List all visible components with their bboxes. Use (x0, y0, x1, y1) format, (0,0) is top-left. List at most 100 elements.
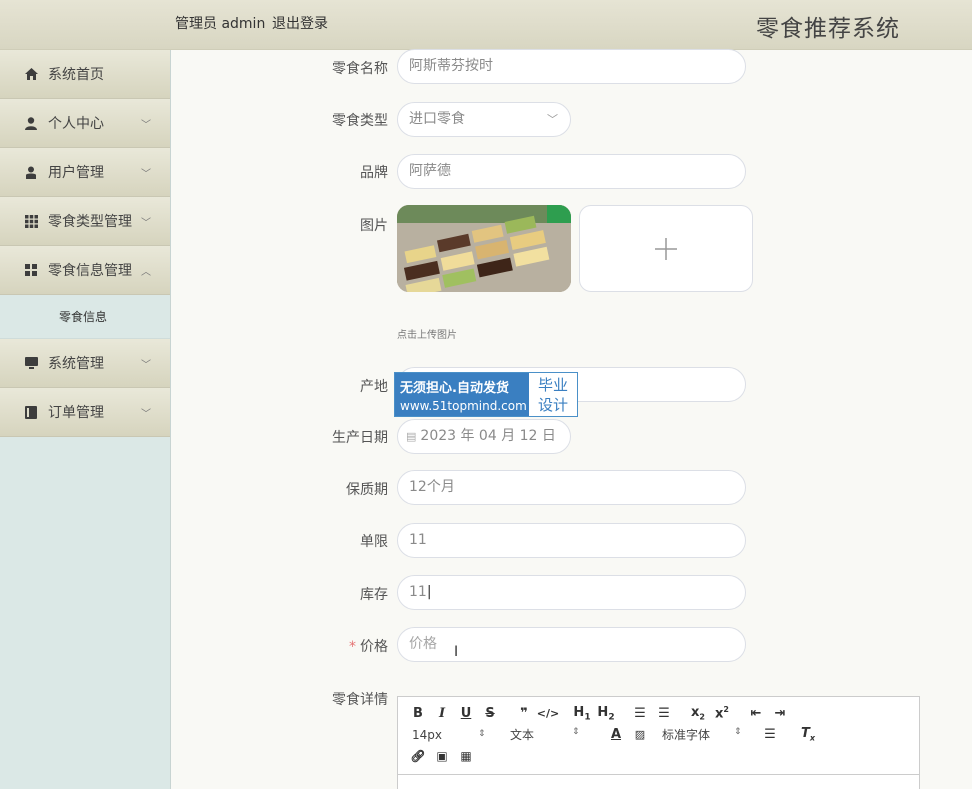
italic-button[interactable]: I (430, 706, 454, 721)
upload-tip: 点击上传图片 (397, 330, 457, 341)
text-cursor-icon: I (454, 644, 459, 660)
grid-icon (24, 214, 38, 228)
shelf-life-input[interactable]: 12个月 (397, 470, 746, 505)
submenu-item-label: 零食信息 (59, 310, 108, 324)
limit-input[interactable]: 11 (397, 523, 746, 558)
sidebar-item-system[interactable]: 系统管理 ﹀ (0, 339, 170, 388)
system-title: 零食推荐系统 (756, 16, 900, 42)
brand-input[interactable]: 阿萨德 (397, 154, 746, 189)
strike-button[interactable]: S (478, 706, 502, 721)
subscript-button[interactable]: x2 (686, 705, 710, 722)
type-select-value: 进口零食 (409, 111, 465, 127)
sidebar-item-orders[interactable]: 订单管理 ﹀ (0, 388, 170, 437)
text-cursor: | (426, 584, 432, 600)
header1-button[interactable]: H1 (570, 705, 594, 723)
monitor-icon (24, 356, 38, 370)
stock-label: 库存 (360, 587, 388, 603)
bold-button[interactable]: B (406, 706, 430, 721)
stock-value: 11 (409, 584, 427, 600)
editor-body[interactable] (398, 774, 919, 789)
image-label: 图片 (360, 218, 388, 234)
name-label: 零食名称 (332, 61, 388, 77)
top-header: 管理员 admin 退出登录 零食推荐系统 (0, 0, 972, 50)
outdent-button[interactable]: ⇤ (744, 706, 768, 721)
font-size-value: 14px (412, 727, 442, 742)
sidebar-item-label: 零食类型管理 (48, 214, 132, 230)
watermark-line2: www.51topmind.com (400, 399, 527, 413)
main-content: 零食名称 阿斯蒂芬按时 零食类型 进口零食 ﹀ 品牌 阿萨德 图片 点击上传图片… (171, 49, 972, 789)
origin-label: 产地 (360, 379, 388, 395)
sidebar-item-label: 个人中心 (48, 116, 104, 132)
sidebar-item-label: 用户管理 (48, 165, 104, 181)
chevron-down-icon: ﹀ (141, 168, 151, 180)
updown-icon: ⇕ (572, 727, 580, 737)
watermark-line1: 无须担心.自动发货 (400, 381, 509, 396)
watermark-badge: 无须担心.自动发货 www.51topmind.com 毕业 设计 (394, 372, 578, 417)
video-icon[interactable]: ▦ (454, 749, 478, 763)
sidebar-item-label: 零食信息管理 (48, 263, 132, 279)
text-format-value: 文本 (510, 728, 535, 742)
chevron-up-icon: ︿ (141, 266, 151, 278)
type-select[interactable]: 进口零食 ﹀ (397, 102, 571, 137)
indent-button[interactable]: ⇥ (768, 706, 792, 721)
type-label: 零食类型 (332, 113, 388, 129)
link-icon[interactable]: 🔗︎ (406, 749, 430, 763)
align-icon[interactable]: ☰ (758, 727, 782, 742)
text-format-select[interactable]: 文本 ⇕ (504, 726, 604, 743)
font-size-select[interactable]: 14px ⇕ (406, 728, 504, 742)
sidebar-item-label: 系统首页 (48, 67, 104, 83)
sidebar-item-label: 系统管理 (48, 356, 104, 372)
chevron-down-icon: ﹀ (547, 113, 558, 126)
clear-format-icon[interactable]: Tx (796, 726, 820, 743)
price-input[interactable]: 价格 (397, 627, 746, 662)
background-color-icon[interactable]: ▨ (628, 728, 652, 741)
limit-label: 单限 (360, 534, 388, 550)
image-upload-button[interactable] (579, 205, 753, 292)
ordered-list-button[interactable]: ☰ (628, 706, 652, 721)
editor-toolbar: B I U S ❞ </> H1 H2 ☰ ☰ x2 x2 ⇤ ⇥ 14px ⇕ … (398, 697, 919, 766)
superscript-button[interactable]: x2 (710, 705, 734, 721)
sidebar-item-users[interactable]: 用户管理 ﹀ (0, 148, 170, 197)
admin-user-label: 管理员 admin (175, 16, 266, 32)
brand-label: 品牌 (360, 165, 388, 181)
shelf-label: 保质期 (346, 482, 388, 498)
user-icon (24, 116, 38, 130)
sidebar-item-home[interactable]: 系统首页 (0, 50, 170, 99)
price-label-text: 价格 (360, 639, 388, 655)
sidebar-item-snack-types[interactable]: 零食类型管理 ﹀ (0, 197, 170, 246)
detail-label: 零食详情 (332, 692, 388, 708)
book-icon (24, 405, 38, 419)
sidebar: 系统首页 个人中心 ﹀ 用户管理 ﹀ 零食类型管理 ﹀ 零食信息管理 ︿ 零食信… (0, 50, 171, 789)
bullet-list-button[interactable]: ☰ (652, 706, 676, 721)
header2-button[interactable]: H2 (594, 705, 618, 723)
text-color-icon[interactable]: A (604, 727, 628, 742)
updown-icon: ⇕ (478, 728, 486, 739)
rich-text-editor[interactable]: B I U S ❞ </> H1 H2 ☰ ☰ x2 x2 ⇤ ⇥ 14px ⇕ … (397, 696, 920, 789)
sidebar-item-label: 订单管理 (48, 405, 104, 421)
stock-input[interactable]: 11| (397, 575, 746, 610)
image-icon[interactable]: ▣ (430, 749, 454, 763)
required-mark: * (349, 639, 356, 655)
code-block-button[interactable]: </> (536, 707, 560, 720)
updown-icon: ⇕ (734, 727, 742, 737)
plus-icon (655, 237, 677, 260)
chevron-down-icon: ﹀ (141, 359, 151, 371)
watermark-side2: 设计 (537, 396, 568, 414)
home-icon (24, 67, 38, 81)
font-family-value: 标准字体 (662, 728, 711, 742)
blockquote-button[interactable]: ❞ (512, 706, 536, 721)
font-family-select[interactable]: 标准字体 ⇕ (652, 726, 756, 743)
submenu-item-snack-info[interactable]: 零食信息 (0, 295, 170, 339)
logout-link[interactable]: 退出登录 (272, 13, 328, 33)
underline-button[interactable]: U (454, 706, 478, 721)
date-picker[interactable]: ▤ 2023 年 04 月 12 日 (397, 419, 571, 454)
sidebar-item-profile[interactable]: 个人中心 ﹀ (0, 99, 170, 148)
snack-image[interactable] (397, 205, 571, 292)
user-manage-icon (24, 165, 38, 179)
name-input[interactable]: 阿斯蒂芬按时 (397, 49, 746, 84)
date-value: 2023 年 04 月 12 日 (420, 428, 556, 444)
sidebar-item-snack-info[interactable]: 零食信息管理 ︿ (0, 246, 170, 295)
price-label: * 价格 (171, 636, 388, 656)
calendar-icon: ▤ (406, 430, 417, 443)
chevron-down-icon: ﹀ (141, 408, 151, 420)
